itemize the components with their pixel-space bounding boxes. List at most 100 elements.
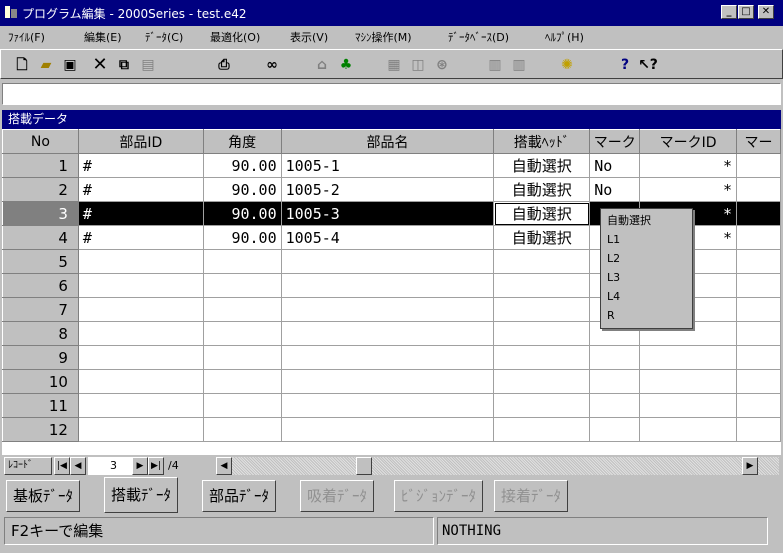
head-cell[interactable] bbox=[493, 393, 591, 418]
row-number-cell[interactable]: 4 bbox=[2, 225, 79, 250]
table-row[interactable]: 12 bbox=[2, 417, 781, 442]
angle-cell[interactable] bbox=[203, 417, 282, 442]
col-header-more[interactable]: マー bbox=[736, 129, 781, 154]
part-id-cell[interactable] bbox=[78, 273, 204, 298]
part-name-cell[interactable]: 1005-2 bbox=[281, 177, 495, 202]
part-id-cell[interactable]: # bbox=[78, 225, 204, 250]
machine2-icon[interactable]: ▥ bbox=[508, 54, 530, 76]
maximize-button[interactable]: □ bbox=[738, 5, 754, 19]
angle-cell[interactable]: 90.00 bbox=[203, 177, 282, 202]
part-icon[interactable]: ⊛ bbox=[431, 54, 453, 76]
menu-file[interactable]: ﾌｧｲﾙ(F) bbox=[8, 29, 45, 45]
table-row[interactable]: 10 bbox=[2, 369, 781, 394]
new-icon[interactable]: 🗋 bbox=[11, 54, 33, 76]
part-name-cell[interactable] bbox=[281, 273, 495, 298]
mark-id-cell[interactable] bbox=[639, 393, 737, 418]
scroll-thumb[interactable] bbox=[356, 457, 372, 475]
angle-cell[interactable] bbox=[203, 297, 282, 322]
mark-cell[interactable] bbox=[589, 417, 641, 442]
head-dropdown-list[interactable]: 自動選択 L1 L2 L3 L4 R bbox=[600, 208, 693, 329]
menu-data[interactable]: ﾃﾞｰﾀ(C) bbox=[145, 29, 183, 45]
tab-vision-data[interactable]: ﾋﾞｼﾞｮﾝﾃﾞｰﾀ bbox=[394, 480, 484, 512]
row-number-cell[interactable]: 6 bbox=[2, 273, 79, 298]
help-icon[interactable]: ? bbox=[614, 54, 636, 76]
angle-cell[interactable]: 90.00 bbox=[203, 201, 282, 226]
part-id-cell[interactable] bbox=[78, 297, 204, 322]
row-number-cell[interactable]: 10 bbox=[2, 369, 79, 394]
image-icon[interactable]: ▦ bbox=[383, 54, 405, 76]
head-cell[interactable] bbox=[493, 273, 591, 298]
row-number-cell[interactable]: 3 bbox=[2, 201, 79, 226]
record-number-field[interactable]: 3 bbox=[88, 457, 132, 475]
row-number-cell[interactable]: 5 bbox=[2, 249, 79, 274]
col-header-mark-id[interactable]: マークID bbox=[639, 129, 737, 154]
mark-id-cell[interactable]: * bbox=[639, 177, 737, 202]
first-record-button[interactable]: |◀ bbox=[54, 457, 70, 475]
mark-cell[interactable] bbox=[589, 345, 641, 370]
angle-cell[interactable] bbox=[203, 345, 282, 370]
extra-cell[interactable] bbox=[736, 249, 781, 274]
dropdown-option[interactable]: L2 bbox=[607, 249, 692, 268]
dropdown-option[interactable]: L1 bbox=[607, 230, 692, 249]
chart-icon[interactable]: ◫ bbox=[407, 54, 429, 76]
row-number-cell[interactable]: 1 bbox=[2, 153, 79, 178]
print-icon[interactable]: ⎙ bbox=[213, 54, 235, 76]
angle-cell[interactable] bbox=[203, 321, 282, 346]
head-cell[interactable] bbox=[493, 321, 591, 346]
dropdown-option[interactable]: 自動選択 bbox=[607, 211, 692, 230]
edit-bar[interactable] bbox=[2, 83, 781, 105]
extra-cell[interactable] bbox=[736, 273, 781, 298]
head-cell[interactable]: 自動選択 bbox=[493, 225, 591, 250]
context-help-icon[interactable]: ↖? bbox=[637, 54, 659, 76]
part-name-cell[interactable] bbox=[281, 321, 495, 346]
minimize-button[interactable]: _ bbox=[721, 5, 737, 19]
tab-part-data[interactable]: 部品ﾃﾞｰﾀ bbox=[202, 480, 277, 512]
part-name-cell[interactable] bbox=[281, 369, 495, 394]
menu-edit[interactable]: 編集(E) bbox=[84, 29, 122, 45]
row-number-cell[interactable]: 2 bbox=[2, 177, 79, 202]
table-row[interactable]: 1 #90.00 1005-1 自動選択 No * bbox=[2, 153, 781, 178]
extra-cell[interactable] bbox=[736, 321, 781, 346]
machine-icon[interactable]: ▥ bbox=[484, 54, 506, 76]
head-cell[interactable] bbox=[493, 417, 591, 442]
row-number-cell[interactable]: 8 bbox=[2, 321, 79, 346]
row-number-cell[interactable]: 7 bbox=[2, 297, 79, 322]
menu-database[interactable]: ﾃﾞｰﾀﾍﾞｰｽ(D) bbox=[448, 29, 509, 45]
head-cell[interactable] bbox=[493, 369, 591, 394]
part-id-cell[interactable] bbox=[78, 345, 204, 370]
tab-pickup-data[interactable]: 吸着ﾃﾞｰﾀ bbox=[300, 480, 375, 512]
dropdown-option[interactable]: R bbox=[607, 306, 692, 325]
row-number-cell[interactable]: 12 bbox=[2, 417, 79, 442]
part-name-cell[interactable]: 1005-3 bbox=[281, 201, 495, 226]
table-row[interactable]: 11 bbox=[2, 393, 781, 418]
table-row[interactable]: 2 #90.00 1005-2 自動選択 No * bbox=[2, 177, 781, 202]
menu-view[interactable]: 表示(V) bbox=[290, 29, 328, 45]
part-id-cell[interactable]: # bbox=[78, 201, 204, 226]
dropdown-option[interactable]: L4 bbox=[607, 287, 692, 306]
part-id-cell[interactable] bbox=[78, 321, 204, 346]
menu-machine[interactable]: ﾏｼﾝ操作(M) bbox=[355, 29, 412, 45]
bulb-icon[interactable]: ✺ bbox=[556, 54, 578, 76]
row-number-cell[interactable]: 11 bbox=[2, 393, 79, 418]
mark-id-cell[interactable] bbox=[639, 369, 737, 394]
head-cell[interactable]: 自動選択 bbox=[493, 177, 591, 202]
col-header-mark[interactable]: マーク bbox=[589, 129, 641, 154]
col-header-no[interactable]: No bbox=[2, 129, 79, 154]
head-cell[interactable] bbox=[493, 249, 591, 274]
col-header-part-name[interactable]: 部品名 bbox=[280, 129, 495, 154]
angle-cell[interactable] bbox=[203, 393, 282, 418]
col-header-head[interactable]: 搭載ﾍｯﾄﾞ bbox=[493, 129, 591, 154]
col-header-part-id[interactable]: 部品ID bbox=[77, 129, 204, 154]
part-id-cell[interactable] bbox=[78, 417, 204, 442]
part-name-cell[interactable]: 1005-4 bbox=[281, 225, 495, 250]
mark-cell[interactable]: No bbox=[589, 177, 641, 202]
part-id-cell[interactable]: # bbox=[78, 177, 204, 202]
angle-cell[interactable]: 90.00 bbox=[203, 225, 282, 250]
extra-cell[interactable] bbox=[736, 225, 781, 250]
part-name-cell[interactable] bbox=[281, 393, 495, 418]
tab-board-data[interactable]: 基板ﾃﾞｰﾀ bbox=[6, 480, 81, 512]
paste-icon[interactable]: ▤ bbox=[137, 54, 159, 76]
part-name-cell[interactable] bbox=[281, 249, 495, 274]
part-name-cell[interactable] bbox=[281, 345, 495, 370]
table-row[interactable]: 9 bbox=[2, 345, 781, 370]
